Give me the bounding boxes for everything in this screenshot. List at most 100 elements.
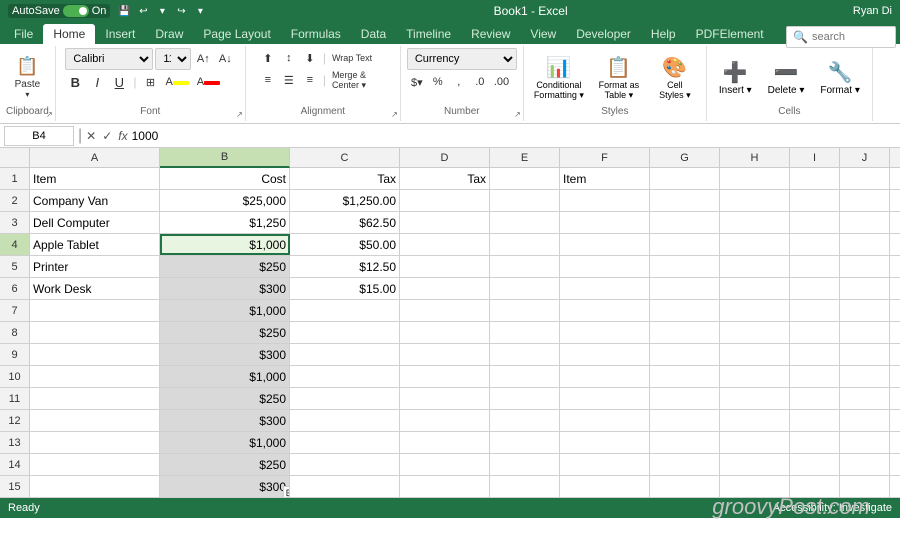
cell-h3[interactable] [720, 212, 790, 233]
cell-i7[interactable] [790, 300, 840, 321]
cell-h5[interactable] [720, 256, 790, 277]
cell-g4[interactable] [650, 234, 720, 255]
cell-a1[interactable]: Item [30, 168, 160, 189]
cell-a15[interactable] [30, 476, 160, 497]
cell-c6[interactable]: $15.00 [290, 278, 400, 299]
cell-e14[interactable] [490, 454, 560, 475]
cell-e9[interactable] [490, 344, 560, 365]
cell-d6[interactable] [400, 278, 490, 299]
cell-i8[interactable] [790, 322, 840, 343]
cell-c9[interactable] [290, 344, 400, 365]
cell-h14[interactable] [720, 454, 790, 475]
cell-h13[interactable] [720, 432, 790, 453]
delete-cells-button[interactable]: ➖ Delete ▾ [762, 50, 811, 106]
tab-view[interactable]: View [520, 24, 566, 44]
wrap-text-button[interactable]: Wrap Text [329, 48, 375, 68]
cell-a10[interactable] [30, 366, 160, 387]
italic-button[interactable]: I [87, 72, 107, 92]
row-header-11[interactable]: 11 [0, 388, 30, 409]
row-header-8[interactable]: 8 [0, 322, 30, 343]
cell-g1[interactable] [650, 168, 720, 189]
cell-f8[interactable] [560, 322, 650, 343]
paste-button[interactable]: 📋 Paste ▾ [11, 49, 45, 105]
tab-formulas[interactable]: Formulas [281, 24, 351, 44]
cell-e4[interactable] [490, 234, 560, 255]
cell-b6[interactable]: $300 [160, 278, 290, 299]
font-family-select[interactable]: Calibri [65, 48, 153, 70]
cell-b3[interactable]: $1,250 [160, 212, 290, 233]
tab-file[interactable]: File [4, 24, 43, 44]
cell-f6[interactable] [560, 278, 650, 299]
cell-f9[interactable] [560, 344, 650, 365]
cell-i10[interactable] [790, 366, 840, 387]
cell-f4[interactable] [560, 234, 650, 255]
cell-b5[interactable]: $250 [160, 256, 290, 277]
cell-j9[interactable] [840, 344, 890, 365]
font-size-select[interactable]: 11 [155, 48, 191, 70]
conditional-formatting-button[interactable]: 📊 ConditionalFormatting ▾ [530, 50, 588, 106]
row-header-2[interactable]: 2 [0, 190, 30, 211]
cell-b7[interactable]: $1,000 [160, 300, 290, 321]
row-header-15[interactable]: 15 [0, 476, 30, 497]
cell-a12[interactable] [30, 410, 160, 431]
cell-d4[interactable] [400, 234, 490, 255]
insert-function-icon[interactable]: fx [118, 129, 127, 143]
underline-button[interactable]: U [109, 72, 129, 92]
cell-f15[interactable] [560, 476, 650, 497]
decrease-font-icon[interactable]: A↓ [215, 49, 235, 69]
number-expand-icon[interactable]: ↗ [514, 110, 521, 119]
cell-c3[interactable]: $62.50 [290, 212, 400, 233]
align-center-icon[interactable]: ☰ [279, 70, 299, 90]
cell-a2[interactable]: Company Van [30, 190, 160, 211]
cell-c13[interactable] [290, 432, 400, 453]
cell-b9[interactable]: $300 [160, 344, 290, 365]
align-top-icon[interactable]: ⬆ [258, 48, 278, 68]
cell-e6[interactable] [490, 278, 560, 299]
cell-h10[interactable] [720, 366, 790, 387]
confirm-formula-icon[interactable]: ✓ [102, 129, 112, 143]
col-header-c[interactable]: C [290, 148, 400, 168]
format-cells-button[interactable]: 🔧 Format ▾ [814, 50, 865, 106]
cell-d13[interactable] [400, 432, 490, 453]
cell-h6[interactable] [720, 278, 790, 299]
cell-g15[interactable] [650, 476, 720, 497]
row-header-14[interactable]: 14 [0, 454, 30, 475]
cell-i1[interactable] [790, 168, 840, 189]
increase-font-icon[interactable]: A↑ [193, 49, 213, 69]
cell-j7[interactable] [840, 300, 890, 321]
paste-dropdown-icon[interactable]: ▾ [25, 90, 29, 99]
cell-i6[interactable] [790, 278, 840, 299]
cell-g12[interactable] [650, 410, 720, 431]
align-bottom-icon[interactable]: ⬇ [300, 48, 320, 68]
row-header-3[interactable]: 3 [0, 212, 30, 233]
paste-options-icon[interactable]: ⊞ [283, 486, 290, 497]
cell-h8[interactable] [720, 322, 790, 343]
cell-j10[interactable] [840, 366, 890, 387]
cell-c14[interactable] [290, 454, 400, 475]
cell-g2[interactable] [650, 190, 720, 211]
cell-a8[interactable] [30, 322, 160, 343]
row-header-13[interactable]: 13 [0, 432, 30, 453]
cell-j2[interactable] [840, 190, 890, 211]
cell-g6[interactable] [650, 278, 720, 299]
row-header-1[interactable]: 1 [0, 168, 30, 189]
tab-page-layout[interactable]: Page Layout [193, 24, 280, 44]
format-table-button[interactable]: 📋 Format asTable ▾ [594, 50, 644, 106]
cell-d5[interactable] [400, 256, 490, 277]
cell-a3[interactable]: Dell Computer [30, 212, 160, 233]
align-middle-icon[interactable]: ↕ [279, 48, 299, 68]
cell-f7[interactable] [560, 300, 650, 321]
cell-f12[interactable] [560, 410, 650, 431]
col-header-i[interactable]: I [790, 148, 840, 168]
cell-e13[interactable] [490, 432, 560, 453]
cell-i9[interactable] [790, 344, 840, 365]
undo-dropdown-icon[interactable]: ▾ [154, 3, 170, 19]
cell-b14[interactable]: $250 [160, 454, 290, 475]
cell-j8[interactable] [840, 322, 890, 343]
redo-icon[interactable]: ↪ [173, 3, 189, 19]
cell-j15[interactable] [840, 476, 890, 497]
cell-h2[interactable] [720, 190, 790, 211]
cell-g14[interactable] [650, 454, 720, 475]
row-header-5[interactable]: 5 [0, 256, 30, 277]
cell-d15[interactable] [400, 476, 490, 497]
